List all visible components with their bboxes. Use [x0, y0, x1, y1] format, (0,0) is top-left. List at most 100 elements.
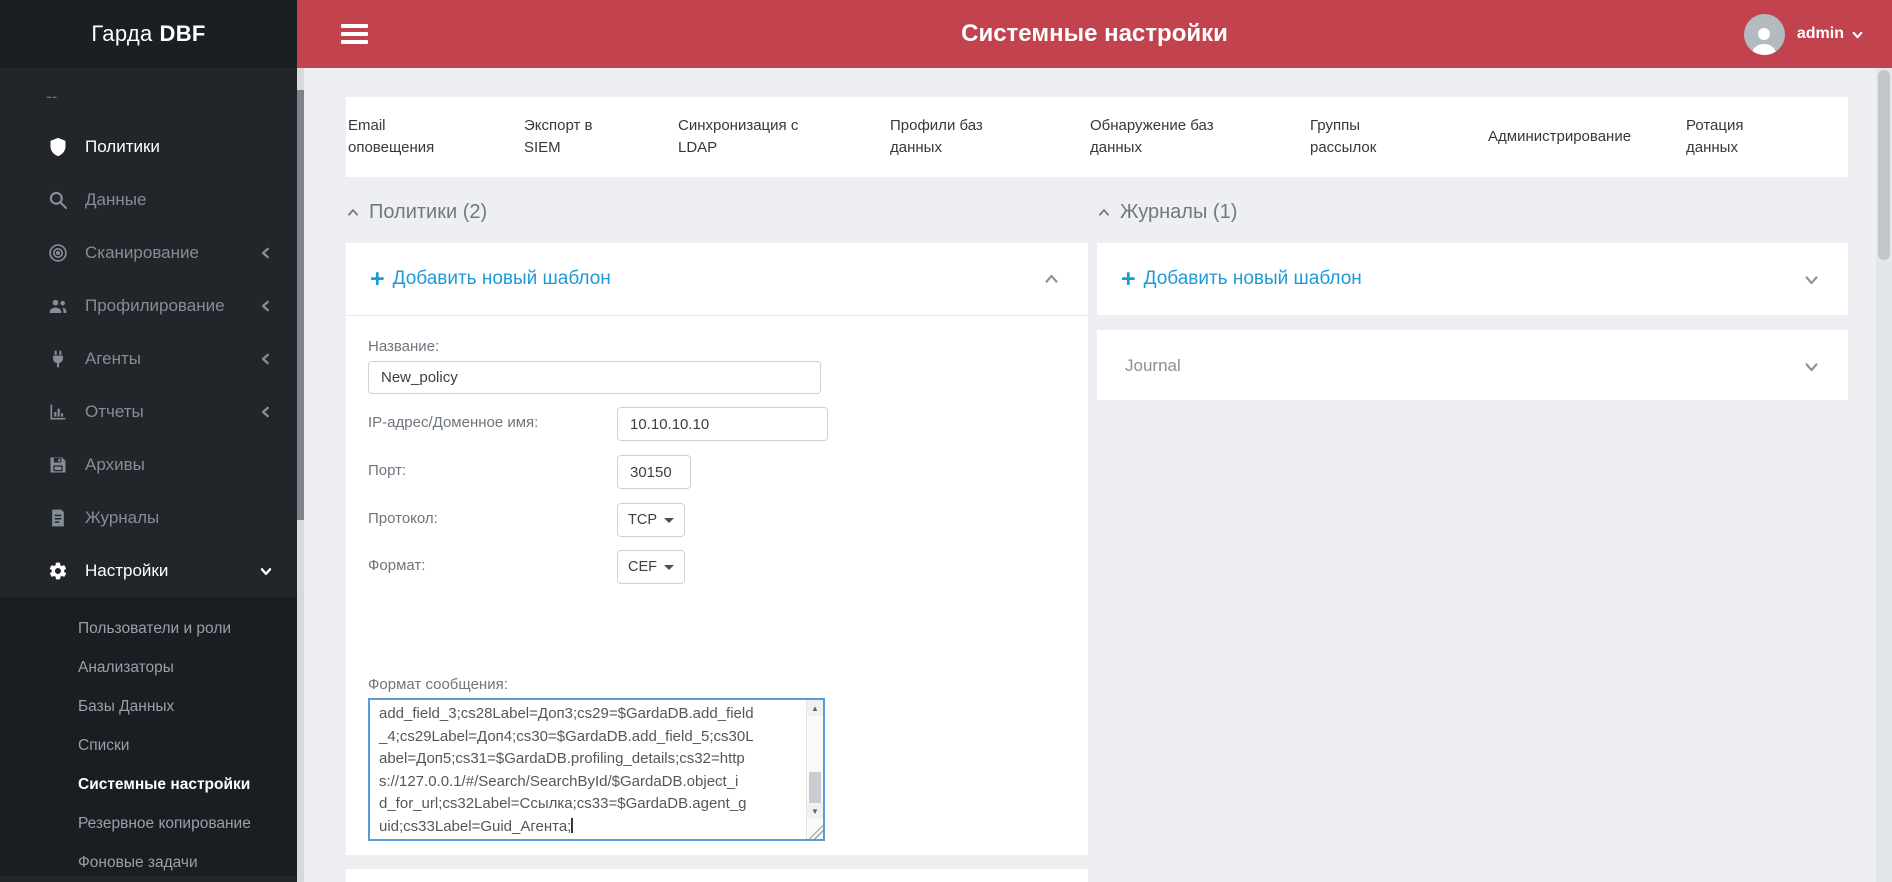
- tab-data-rotation[interactable]: Ротация данных: [1686, 97, 1762, 177]
- format-label: Формат:: [368, 557, 426, 574]
- journals-section-header[interactable]: Журналы (1): [1097, 201, 1237, 224]
- add-journal-template-label: Добавить новый шаблон: [1143, 268, 1362, 289]
- chevron-left-icon: [259, 299, 273, 313]
- resize-grip-icon[interactable]: [808, 824, 823, 839]
- add-journal-template-toggle[interactable]: + Добавить новый шаблон: [1097, 243, 1848, 315]
- app-root: Гарда DBF -- Политики Данные Сканировани…: [0, 0, 1892, 882]
- settings-submenu: Пользователи и роли Анализаторы Базы Дан…: [0, 597, 297, 876]
- search-icon: [46, 188, 70, 212]
- brand-name-light: Гарда: [91, 21, 153, 46]
- textarea-scrollbar[interactable]: ▲ ▼: [806, 700, 823, 839]
- scroll-down-icon[interactable]: ▼: [807, 803, 823, 819]
- top-bar: Системные настройки admin: [297, 0, 1892, 68]
- chevron-up-icon: [346, 206, 360, 220]
- gear-icon: [46, 559, 70, 583]
- tab-email-alerts[interactable]: Email оповещения: [348, 97, 444, 177]
- chevron-left-icon: [259, 405, 273, 419]
- name-input[interactable]: [368, 361, 821, 394]
- submenu-item-system-settings[interactable]: Системные настройки: [0, 765, 297, 804]
- name-label: Название:: [368, 338, 440, 355]
- sidebar-item-reports[interactable]: Отчеты: [0, 385, 297, 438]
- tab-administration[interactable]: Администрирование: [1488, 97, 1668, 177]
- protocol-select[interactable]: TCP: [617, 503, 685, 537]
- settings-tabbar: Email оповещения Экспорт в SIEM Синхрони…: [346, 97, 1848, 177]
- avatar: [1743, 13, 1785, 55]
- tab-siem-export[interactable]: Экспорт в SIEM: [524, 97, 608, 177]
- sidebar-item-placeholder[interactable]: --: [0, 74, 297, 120]
- ip-label: IP-адрес/Доменное имя:: [368, 414, 539, 431]
- journals-section-title: Журналы (1): [1120, 201, 1238, 223]
- tab-db-profiles[interactable]: Профили баз данных: [890, 97, 986, 177]
- journal-item-card: Journal: [1097, 330, 1848, 400]
- submenu-item-backup[interactable]: Резервное копирование: [0, 804, 297, 843]
- ip-input[interactable]: [617, 407, 828, 441]
- select-caret-icon: [664, 564, 674, 570]
- username: admin: [1796, 25, 1844, 42]
- protocol-label: Протокол:: [368, 510, 438, 527]
- policies-section-title: Политики (2): [369, 201, 488, 223]
- submenu-item-lists[interactable]: Списки: [0, 726, 297, 765]
- sidebar-item-profiling[interactable]: Профилирование: [0, 279, 297, 332]
- shield-icon: [46, 135, 70, 159]
- policies-section-header[interactable]: Политики (2): [346, 201, 487, 224]
- bar-chart-icon: [46, 400, 70, 424]
- sidebar-item-scanning[interactable]: Сканирование: [0, 226, 297, 279]
- journal-add-template-card: + Добавить новый шаблон: [1097, 243, 1848, 315]
- plug-icon: [46, 347, 70, 371]
- target-icon: [46, 241, 70, 265]
- plus-icon: +: [370, 264, 385, 293]
- page-scrollbar[interactable]: [1876, 68, 1892, 882]
- sidebar-scrollbar-thumb[interactable]: [297, 90, 304, 520]
- brand-logo[interactable]: Гарда DBF: [0, 0, 297, 68]
- sidebar-item-archives[interactable]: Архивы: [0, 438, 297, 491]
- policy-template-card: + Добавить новый шаблон Название: IP-адр…: [346, 243, 1088, 882]
- policy-item-card-partial[interactable]: [346, 869, 1088, 882]
- add-template-label: Добавить новый шаблон: [392, 268, 611, 289]
- menu-toggle-button[interactable]: [341, 20, 368, 48]
- sidebar: Гарда DBF -- Политики Данные Сканировани…: [0, 0, 297, 882]
- sidebar-item-data[interactable]: Данные: [0, 173, 297, 226]
- submenu-item-analyzers[interactable]: Анализаторы: [0, 648, 297, 687]
- users-icon: [46, 294, 70, 318]
- port-input[interactable]: [617, 455, 691, 489]
- sidebar-item-policies[interactable]: Политики: [0, 120, 297, 173]
- sidebar-item-journals[interactable]: Журналы: [0, 491, 297, 544]
- chevron-down-icon: [1852, 31, 1863, 38]
- submenu-item-background-tasks[interactable]: Фоновые задачи: [0, 843, 297, 882]
- user-menu[interactable]: admin: [1743, 13, 1864, 55]
- page-scrollbar-thumb[interactable]: [1878, 70, 1890, 260]
- format-select[interactable]: CEF: [617, 550, 685, 584]
- plus-icon: +: [1121, 264, 1136, 293]
- tab-mailing-groups[interactable]: Группы рассылок: [1310, 97, 1386, 177]
- sidebar-item-agents[interactable]: Агенты: [0, 332, 297, 385]
- brand-name-bold: DBF: [159, 21, 206, 46]
- textarea-scrollbar-thumb[interactable]: [809, 772, 821, 804]
- chevron-down-icon[interactable]: [1803, 271, 1820, 288]
- chevron-down-icon[interactable]: [1803, 358, 1820, 375]
- divider: [346, 315, 1088, 316]
- journal-item-toggle[interactable]: Journal: [1097, 330, 1848, 402]
- add-template-toggle[interactable]: + Добавить новый шаблон: [346, 243, 1088, 315]
- message-format-textarea[interactable]: add_field_3;cs28Label=Доп3;cs29=$GardaDB…: [368, 698, 825, 841]
- port-label: Порт:: [368, 462, 407, 479]
- scroll-up-icon[interactable]: ▲: [807, 700, 823, 716]
- chevron-up-icon[interactable]: [1043, 271, 1060, 288]
- chevron-left-icon: [259, 246, 273, 260]
- document-icon: [46, 506, 70, 530]
- chevron-up-icon: [1097, 206, 1111, 220]
- select-caret-icon: [664, 517, 674, 523]
- tab-ldap-sync[interactable]: Синхронизация с LDAP: [678, 97, 804, 177]
- chevron-down-icon: [259, 564, 273, 578]
- submenu-item-databases[interactable]: Базы Данных: [0, 687, 297, 726]
- page-title: Системные настройки: [961, 20, 1228, 47]
- sidebar-menu: -- Политики Данные Сканирование Профилир…: [0, 68, 297, 876]
- submenu-item-users-roles[interactable]: Пользователи и роли: [0, 609, 297, 648]
- message-format-value[interactable]: add_field_3;cs28Label=Доп3;cs29=$GardaDB…: [370, 700, 806, 839]
- tab-db-discovery[interactable]: Обнаружение баз данных: [1090, 97, 1222, 177]
- sidebar-scrollbar[interactable]: [297, 68, 304, 882]
- message-format-label: Формат сообщения:: [368, 676, 508, 693]
- chevron-left-icon: [259, 352, 273, 366]
- sidebar-item-settings[interactable]: Настройки: [0, 544, 297, 597]
- journal-item-label: Journal: [1125, 356, 1181, 375]
- floppy-icon: [46, 453, 70, 477]
